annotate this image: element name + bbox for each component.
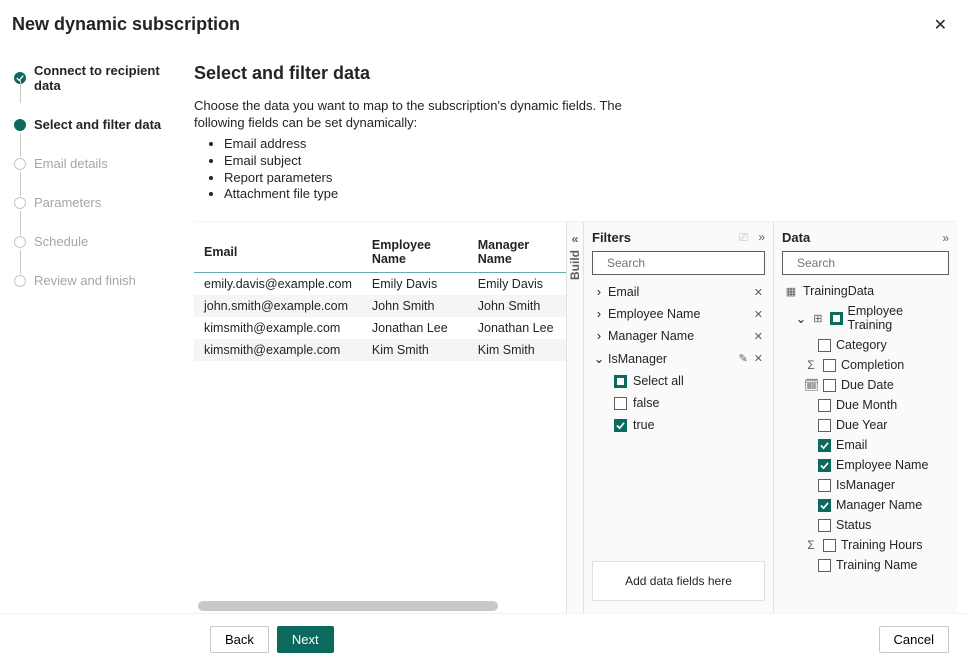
checkbox-indeterminate-icon bbox=[830, 312, 843, 325]
checkbox-checked-icon bbox=[818, 459, 831, 472]
chevron-down-icon: ⌄ bbox=[594, 351, 604, 366]
content-description: Choose the data you want to map to the s… bbox=[194, 98, 654, 217]
field-training-hours[interactable]: ΣTraining Hours bbox=[782, 535, 949, 555]
checkbox-unchecked-icon bbox=[818, 519, 831, 532]
filter-opt-select-all[interactable]: Select all bbox=[614, 370, 765, 392]
data-search-input[interactable] bbox=[795, 255, 954, 271]
data-pane: Data » ▦TrainingData ⌄⊞Employee Training… bbox=[774, 222, 957, 613]
step-email[interactable]: Email details bbox=[14, 156, 174, 171]
sigma-icon: Σ bbox=[804, 358, 818, 372]
col-email[interactable]: Email bbox=[194, 230, 362, 273]
field-manager-name[interactable]: Manager Name bbox=[782, 495, 949, 515]
chevron-right-icon: › bbox=[594, 285, 604, 299]
table-row[interactable]: kimsmith@example.comJonathan LeeJonathan… bbox=[194, 317, 566, 339]
step-dot-icon bbox=[14, 158, 26, 170]
step-review[interactable]: Review and finish bbox=[14, 273, 174, 288]
step-dot-icon bbox=[14, 236, 26, 248]
table-row[interactable]: kimsmith@example.comKim SmithKim Smith bbox=[194, 339, 566, 361]
stepper: Connect to recipient data Select and fil… bbox=[0, 41, 184, 613]
filter-dropzone[interactable]: Add data fields here bbox=[592, 561, 765, 601]
field-email[interactable]: Email bbox=[782, 435, 949, 455]
chevron-right-icon: › bbox=[594, 329, 604, 343]
filters-pane: Filters ⎚ » ›Email ✕ bbox=[584, 222, 774, 613]
field-due-month[interactable]: Due Month bbox=[782, 395, 949, 415]
checkbox-checked-icon bbox=[818, 499, 831, 512]
dialog-title: New dynamic subscription bbox=[12, 14, 240, 35]
checkbox-unchecked-icon bbox=[818, 419, 831, 432]
filter-search[interactable] bbox=[592, 251, 765, 275]
checkbox-unchecked-icon bbox=[614, 397, 627, 410]
horizontal-scrollbar[interactable] bbox=[198, 601, 498, 611]
field-status[interactable]: Status bbox=[782, 515, 949, 535]
field-ismanager[interactable]: IsManager bbox=[782, 475, 949, 495]
edit-filter-icon[interactable]: ✎ bbox=[739, 352, 748, 365]
filters-title: Filters bbox=[592, 230, 631, 245]
checkbox-unchecked-icon bbox=[823, 359, 836, 372]
checkbox-checked-icon bbox=[818, 439, 831, 452]
check-icon bbox=[14, 72, 26, 84]
data-source[interactable]: ▦TrainingData bbox=[782, 281, 949, 301]
collapse-icon: « bbox=[572, 232, 579, 246]
checkbox-unchecked-icon bbox=[818, 479, 831, 492]
checkbox-unchecked-icon bbox=[818, 559, 831, 572]
filter-item-employee-name[interactable]: ›Employee Name ✕ bbox=[592, 303, 765, 325]
data-preview-table: Email Employee Name Manager Name emily.d… bbox=[194, 222, 566, 613]
filter-opt-true[interactable]: true bbox=[614, 414, 765, 436]
step-dot-icon bbox=[14, 119, 26, 131]
cancel-button[interactable]: Cancel bbox=[879, 626, 949, 653]
data-search[interactable] bbox=[782, 251, 949, 275]
data-table[interactable]: ⌄⊞Employee Training bbox=[782, 301, 949, 335]
checkbox-unchecked-icon bbox=[818, 339, 831, 352]
filter-item-email[interactable]: ›Email ✕ bbox=[592, 281, 765, 303]
remove-filter-icon[interactable]: ✕ bbox=[754, 286, 763, 299]
table-row[interactable]: emily.davis@example.comEmily DavisEmily … bbox=[194, 273, 566, 296]
calendar-icon: 🗓 bbox=[804, 378, 818, 392]
field-category[interactable]: Category bbox=[782, 335, 949, 355]
data-title: Data bbox=[782, 230, 810, 245]
step-select[interactable]: Select and filter data bbox=[14, 117, 174, 132]
remove-filter-icon[interactable]: ✕ bbox=[754, 308, 763, 321]
filter-search-input[interactable] bbox=[605, 255, 764, 271]
field-completion[interactable]: ΣCompletion bbox=[782, 355, 949, 375]
filter-item-manager-name[interactable]: ›Manager Name ✕ bbox=[592, 325, 765, 347]
col-manager-name[interactable]: Manager Name bbox=[468, 230, 566, 273]
col-employee-name[interactable]: Employee Name bbox=[362, 230, 468, 273]
chevron-down-icon: ⌄ bbox=[796, 311, 806, 326]
content-title: Select and filter data bbox=[194, 63, 957, 84]
close-icon[interactable]: ✕ bbox=[934, 15, 947, 35]
step-connect[interactable]: Connect to recipient data bbox=[14, 63, 174, 93]
filter-item-ismanager[interactable]: ⌄IsManager ✎✕ bbox=[592, 347, 765, 370]
step-dot-icon bbox=[14, 275, 26, 287]
step-parameters[interactable]: Parameters bbox=[14, 195, 174, 210]
sigma-icon: Σ bbox=[804, 538, 818, 552]
remove-filter-icon[interactable]: ✕ bbox=[754, 330, 763, 343]
table-row[interactable]: john.smith@example.comJohn SmithJohn Smi… bbox=[194, 295, 566, 317]
field-training-name[interactable]: Training Name bbox=[782, 555, 949, 575]
field-employee-name[interactable]: Employee Name bbox=[782, 455, 949, 475]
checkbox-unchecked-icon bbox=[818, 399, 831, 412]
expand-icon[interactable]: » bbox=[758, 230, 765, 245]
field-due-year[interactable]: Due Year bbox=[782, 415, 949, 435]
remove-filter-icon[interactable]: ✕ bbox=[754, 352, 763, 365]
step-dot-icon bbox=[14, 197, 26, 209]
eraser-icon[interactable]: ⎚ bbox=[739, 230, 749, 245]
filter-opt-false[interactable]: false bbox=[614, 392, 765, 414]
build-tab[interactable]: « Build bbox=[566, 222, 584, 613]
next-button[interactable]: Next bbox=[277, 626, 334, 653]
table-icon: ⊞ bbox=[811, 312, 825, 325]
field-due-date[interactable]: 🗓Due Date bbox=[782, 375, 949, 395]
checkbox-unchecked-icon bbox=[823, 379, 836, 392]
checkbox-indeterminate-icon bbox=[614, 375, 627, 388]
chevron-right-icon: › bbox=[594, 307, 604, 321]
checkbox-checked-icon bbox=[614, 419, 627, 432]
back-button[interactable]: Back bbox=[210, 626, 269, 653]
checkbox-unchecked-icon bbox=[823, 539, 836, 552]
database-icon: ▦ bbox=[784, 285, 798, 298]
expand-icon[interactable]: » bbox=[942, 231, 949, 245]
step-schedule[interactable]: Schedule bbox=[14, 234, 174, 249]
